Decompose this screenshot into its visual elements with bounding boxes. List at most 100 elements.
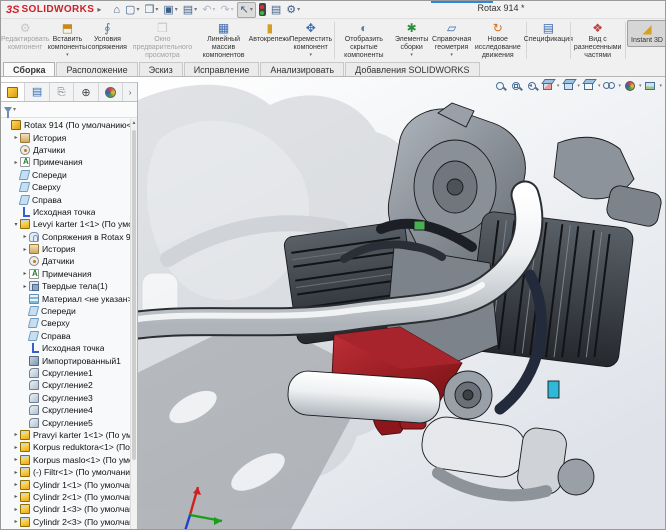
dropdown-caret-icon[interactable]: ▾ <box>659 83 662 89</box>
tree-item[interactable]: Скругление4 <box>1 404 130 416</box>
tree-item[interactable]: ▸Cylindr 2<1> (По умолчанию<< <box>1 491 130 503</box>
dropdown-caret-icon[interactable]: ▾ <box>557 83 560 89</box>
view-orientation-button[interactable] <box>560 78 576 93</box>
tree-scrollbar[interactable]: ▲ <box>130 119 137 530</box>
dropdown-caret-icon[interactable]: ▾ <box>618 83 621 89</box>
tab-featuremanager[interactable] <box>1 83 25 101</box>
apply-scene-button[interactable] <box>642 78 658 93</box>
tree-item[interactable]: Материал <не указан> <box>1 292 130 304</box>
dropdown-caret-icon[interactable]: ▾ <box>175 6 178 13</box>
new-button[interactable]: ▢▾ <box>123 2 141 18</box>
expand-arrow-icon[interactable]: ▸ <box>21 246 29 253</box>
tree-item[interactable]: Справа <box>1 193 130 205</box>
expand-arrow-icon[interactable]: ▾ <box>12 221 20 228</box>
move-component-button[interactable]: ✥Переместить компонент▾ <box>290 20 332 59</box>
expand-arrow-icon[interactable]: ▸ <box>21 233 29 240</box>
scroll-thumb[interactable] <box>132 130 136 460</box>
tree-item[interactable]: ▸Pravyi karter 1<1> (По умолчани <box>1 429 130 441</box>
tree-filter-bar[interactable]: ▾ <box>1 102 137 118</box>
tree-item[interactable]: ▸Cylindr 1<3> (По умолчанию<< <box>1 503 130 515</box>
expand-arrow-icon[interactable]: ▸ <box>12 431 20 438</box>
expand-arrow-icon[interactable]: ▸ <box>12 444 20 451</box>
open-button[interactable]: ❒▾ <box>142 2 160 18</box>
graphics-viewport[interactable]: ▾ ▾ ▾ ▾ ▾ ▾ <box>138 77 666 530</box>
smart-fasteners-button[interactable]: ▮Автокрепежи <box>250 20 290 45</box>
dropdown-caret-icon[interactable]: ▾ <box>250 6 253 13</box>
expand-arrow-icon[interactable]: ▸ <box>12 159 20 166</box>
expand-arrow-icon[interactable]: ▸ <box>12 506 20 513</box>
insert-components-button[interactable]: ⬒Вставить компоненты▾ <box>47 20 87 59</box>
tree-item[interactable]: ▸Cylindr 2<3> (По умолчанию<< <box>1 516 130 528</box>
dropdown-caret-icon[interactable]: ▾ <box>639 83 642 89</box>
dropdown-caret-icon[interactable]: ▾ <box>66 53 69 58</box>
tree-item[interactable]: Спереди <box>1 169 130 181</box>
file-properties-button[interactable]: ▤ <box>269 2 283 18</box>
scroll-up-icon[interactable]: ▲ <box>131 119 137 128</box>
dropdown-caret-icon[interactable]: ▾ <box>450 53 453 58</box>
undo-button[interactable]: ↶▾ <box>200 2 217 18</box>
expand-arrow-icon[interactable]: ▸ <box>21 283 29 290</box>
display-style-button[interactable] <box>581 78 597 93</box>
options-button[interactable]: ⚙▾ <box>284 2 302 18</box>
edit-appearance-button[interactable] <box>622 78 638 93</box>
tab-расположение[interactable]: Расположение <box>56 62 137 76</box>
tree-item[interactable]: Датчики <box>1 144 130 156</box>
tree-item[interactable]: ▸Korpus maslo<1> (По умолчани <box>1 454 130 466</box>
tree-item[interactable]: Сверху <box>1 317 130 329</box>
tree-item[interactable]: ▸Сопряжения в Rotax 914 <box>1 231 130 243</box>
tab-добавления-solidworks[interactable]: Добавления SOLIDWORKS <box>345 62 479 76</box>
mates-button[interactable]: ∮Условия сопряжения <box>87 20 127 53</box>
rebuild-button[interactable] <box>257 2 268 18</box>
tree-item[interactable]: Скругление5 <box>1 416 130 428</box>
panel-tab-overflow[interactable]: › <box>123 88 137 97</box>
tree-item[interactable]: Справа <box>1 330 130 342</box>
tree-item[interactable]: ▸(-) Filtr<1> (По умолчанию<<П <box>1 466 130 478</box>
tab-эскиз[interactable]: Эскиз <box>139 62 183 76</box>
tree-item[interactable]: Спереди <box>1 305 130 317</box>
tab-propertymanager[interactable]: ▤ <box>25 83 49 101</box>
tree-item[interactable]: Скругление2 <box>1 379 130 391</box>
expand-arrow-icon[interactable]: ▸ <box>12 493 20 500</box>
dropdown-caret-icon[interactable]: ▾ <box>136 6 139 13</box>
assembly-features-button[interactable]: ✱Элементы сборки▾ <box>392 20 432 59</box>
instant3d-button[interactable]: ◢Instant 3D <box>627 20 666 47</box>
show-hidden-components-button[interactable]: ◐Отобразить скрытые компоненты <box>336 20 391 61</box>
dropdown-caret-icon[interactable]: ▾ <box>194 6 197 13</box>
expand-arrow-icon[interactable]: ▸ <box>12 456 20 463</box>
tree-item[interactable]: Импортированный1 <box>1 354 130 366</box>
tree-item[interactable]: ▸Cylindr 1<1> (По умолчанию<< <box>1 478 130 490</box>
dropdown-caret-icon[interactable]: ▾ <box>212 6 215 13</box>
filter-caret-icon[interactable]: ▾ <box>13 106 16 113</box>
dropdown-caret-icon[interactable]: ▾ <box>155 6 158 13</box>
dropdown-caret-icon[interactable]: ▾ <box>231 6 234 13</box>
tree-item[interactable]: ▸Твердые тела(1) <box>1 280 130 292</box>
tree-item[interactable]: ▸Примечания <box>1 268 130 280</box>
tab-displaymanager[interactable] <box>99 83 123 101</box>
tree-item[interactable]: ▸История <box>1 243 130 255</box>
section-view-button[interactable] <box>540 78 556 93</box>
dropdown-caret-icon[interactable]: ▾ <box>309 53 312 58</box>
tree-item[interactable]: ▸История <box>1 131 130 143</box>
tree-item[interactable]: Сверху <box>1 181 130 193</box>
expand-arrow-icon[interactable]: ▸ <box>12 518 20 525</box>
tab-анализировать[interactable]: Анализировать <box>260 62 344 76</box>
expand-arrow-icon[interactable]: ▸ <box>12 481 20 488</box>
save-button[interactable]: ▣▾ <box>161 2 179 18</box>
exploded-view-button[interactable]: ❖Вид с разнесенными частями▾ <box>573 20 623 67</box>
zoom-to-area-button[interactable] <box>508 78 524 93</box>
edit-component-button[interactable]: ⚙Редактировать компонент <box>3 20 47 53</box>
zoom-to-fit-button[interactable] <box>492 78 508 93</box>
reference-geometry-button[interactable]: ▱Справочная геометрия▾ <box>432 20 472 59</box>
redo-button[interactable]: ↷▾ <box>218 2 235 18</box>
previous-view-button[interactable] <box>524 78 540 93</box>
bill-of-materials-button[interactable]: ▤Спецификация <box>528 20 568 45</box>
dropdown-caret-icon[interactable]: ▾ <box>598 83 601 89</box>
tree-item[interactable]: Исходная точка <box>1 206 130 218</box>
tree-item[interactable]: ▾Levyi karter 1<1> (По умолчани <box>1 218 130 230</box>
expand-arrow-icon[interactable]: ▸ <box>12 134 20 141</box>
menu-flyout-caret-icon[interactable]: ▸ <box>97 5 101 14</box>
tab-dimxpertmanager[interactable]: ⊕ <box>74 83 98 101</box>
tab-исправление[interactable]: Исправление <box>184 62 260 76</box>
tree-item[interactable]: ▸Примечания <box>1 156 130 168</box>
dropdown-caret-icon[interactable]: ▾ <box>577 83 580 89</box>
